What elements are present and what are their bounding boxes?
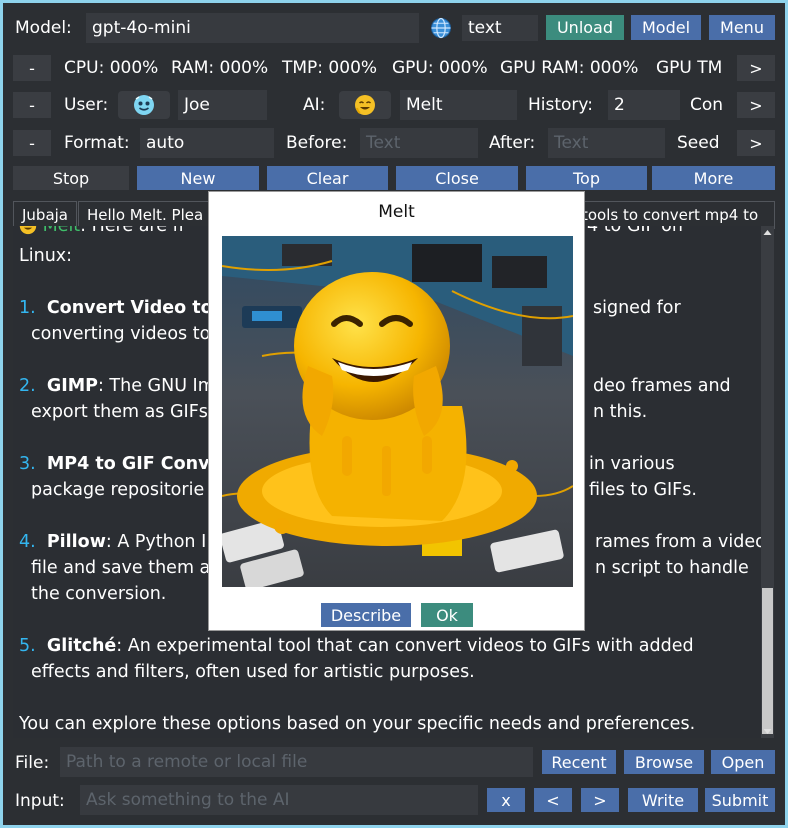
chat-speaker-name: Melt xyxy=(42,226,81,236)
after-input[interactable]: Text xyxy=(548,128,665,158)
ai-emoji-icon xyxy=(19,226,37,235)
after-label: After: xyxy=(489,133,536,153)
model-label: Model: xyxy=(15,18,72,38)
mode-input[interactable]: text xyxy=(462,15,538,41)
tab-jubaja[interactable]: Jubaja xyxy=(13,201,77,229)
ok-button[interactable]: Ok xyxy=(421,603,473,627)
dialog-title: Melt xyxy=(378,202,415,222)
list-item: 5. Glitché: An experimental tool that ca… xyxy=(19,636,694,656)
user-label: User: xyxy=(64,95,109,115)
list-item-line3: the conversion. xyxy=(31,584,167,604)
chat-header-text: : Here are fr xyxy=(80,226,186,236)
scrollbar-thumb[interactable] xyxy=(762,588,773,734)
melt-avatar-image xyxy=(222,236,573,587)
list-item-line2: package repositorie xyxy=(31,480,205,500)
globe-icon[interactable] xyxy=(430,17,452,39)
clear-input-button[interactable]: x xyxy=(487,788,525,812)
ram-stat: RAM: 000% xyxy=(171,58,269,78)
more-button[interactable]: More xyxy=(652,166,775,190)
stats-collapse-button[interactable]: - xyxy=(13,55,51,81)
recent-button[interactable]: Recent xyxy=(542,750,616,774)
top-button[interactable]: Top xyxy=(526,166,647,190)
user-avatar-icon[interactable] xyxy=(118,91,170,119)
unload-button[interactable]: Unload xyxy=(546,15,624,40)
user-name-input[interactable]: Joe xyxy=(178,90,267,120)
scroll-up-icon[interactable] xyxy=(763,229,772,236)
menu-button[interactable]: Menu xyxy=(709,15,775,40)
history-input[interactable]: 2 xyxy=(608,90,680,120)
image-dialog[interactable]: Melt Describe Ok xyxy=(208,191,585,631)
chat-header-line: Melt: Here are fr xyxy=(19,226,186,237)
list-item: 4. Pillow: A Python I xyxy=(19,532,207,552)
list-item-right: rames from a video xyxy=(595,532,761,552)
users-collapse-button[interactable]: - xyxy=(13,92,51,118)
chat-header-right: 4 to GIF on xyxy=(587,226,683,236)
model-input[interactable]: gpt-4o-mini xyxy=(86,13,419,43)
list-item-right: in various xyxy=(589,454,675,474)
before-label: Before: xyxy=(286,133,348,153)
list-item-line2-right: n this. xyxy=(593,402,648,422)
gpu-ram-stat: GPU RAM: 000% xyxy=(500,58,639,78)
prompt-input[interactable]: Ask something to the AI xyxy=(80,785,478,815)
seed-label: Seed xyxy=(677,133,720,153)
list-item-right: deo frames and xyxy=(593,376,731,396)
ai-avatar-icon[interactable] xyxy=(339,91,391,119)
context-label: Con xyxy=(690,95,724,115)
list-item: 2. GIMP: The GNU Im xyxy=(19,376,215,396)
browse-button[interactable]: Browse xyxy=(624,750,704,774)
tmp-stat: TMP: 000% xyxy=(282,58,378,78)
list-item-line2-right: n script to handle xyxy=(595,558,749,578)
file-label: File: xyxy=(15,753,50,773)
open-button[interactable]: Open xyxy=(711,750,775,774)
list-item-right: signed for xyxy=(593,298,681,318)
list-item-line2: file and save them a xyxy=(31,558,211,578)
chat-footer-line: You can explore these options based on y… xyxy=(19,714,696,734)
format-next-button[interactable]: > xyxy=(737,130,775,156)
describe-button[interactable]: Describe xyxy=(321,603,411,627)
list-item: 1. Convert Video to xyxy=(19,298,213,318)
stats-next-button[interactable]: > xyxy=(737,55,775,81)
ai-name-input[interactable]: Melt xyxy=(400,90,517,120)
chat-scrollbar[interactable] xyxy=(761,226,774,738)
app-window: Model: gpt-4o-mini text Unload Model Men… xyxy=(3,3,785,825)
list-item-line2-right: files to GIFs. xyxy=(589,480,697,500)
chat-linux-line: Linux: xyxy=(19,246,73,266)
format-collapse-button[interactable]: - xyxy=(13,130,51,156)
list-item-line2: export them as GIFs xyxy=(31,402,208,422)
list-item-line2: converting videos to xyxy=(31,324,211,344)
list-item-line2: effects and filters, often used for arti… xyxy=(31,662,475,682)
prev-input-button[interactable]: < xyxy=(534,788,572,812)
format-label: Format: xyxy=(64,133,130,153)
tab-convert-mp4[interactable]: tools to convert mp4 to xyxy=(573,201,775,229)
gpu-tmp-stat: GPU TM xyxy=(656,58,723,78)
ai-label: AI: xyxy=(303,95,326,115)
submit-button[interactable]: Submit xyxy=(705,788,775,812)
stop-button[interactable]: Stop xyxy=(13,166,129,190)
input-label: Input: xyxy=(15,791,65,811)
history-label: History: xyxy=(528,95,593,115)
cpu-stat: CPU: 000% xyxy=(64,58,159,78)
close-button[interactable]: Close xyxy=(396,166,518,190)
before-input[interactable]: Text xyxy=(360,128,478,158)
new-button[interactable]: New xyxy=(137,166,259,190)
users-next-button[interactable]: > xyxy=(737,92,775,118)
gpu-stat: GPU: 000% xyxy=(392,58,488,78)
stats-bar: CPU: 000% RAM: 000% TMP: 000% GPU: 000% … xyxy=(61,55,729,81)
clear-button[interactable]: Clear xyxy=(267,166,388,190)
write-button[interactable]: Write xyxy=(628,788,698,812)
next-input-button[interactable]: > xyxy=(581,788,619,812)
file-path-input[interactable]: Path to a remote or local file xyxy=(60,747,533,777)
list-item: 3. MP4 to GIF Conve xyxy=(19,454,222,474)
format-input[interactable]: auto xyxy=(140,128,274,158)
scroll-down-icon[interactable] xyxy=(763,728,772,735)
model-button[interactable]: Model xyxy=(631,15,701,40)
context-label-clip: Con xyxy=(690,94,728,118)
